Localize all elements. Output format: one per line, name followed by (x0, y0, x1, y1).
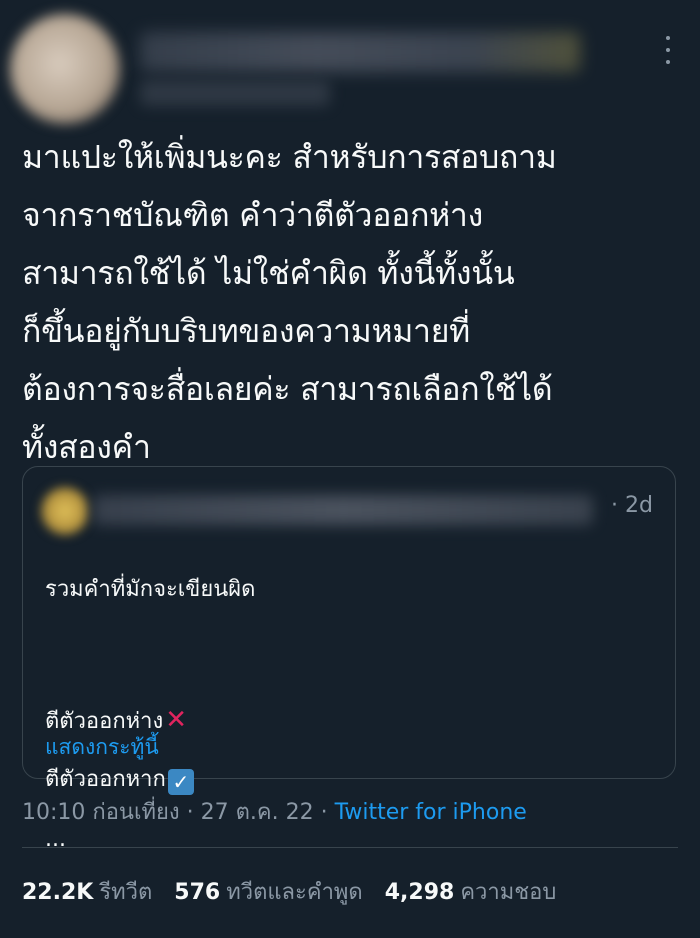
author-name-redacted[interactable] (140, 32, 580, 72)
tweet-date[interactable]: 27 ต.ค. 22 (201, 800, 314, 825)
cross-mark-icon: ✕ (165, 705, 188, 735)
dot (666, 60, 670, 64)
check-mark-icon: ✓ (167, 769, 194, 795)
quotes-label: ทวีตและคำพูด (226, 880, 363, 905)
quoted-tweet-card[interactable]: · 2d รวมคำที่มักจะเขียนผิด ตีตัวออกห่าง✕… (22, 466, 676, 852)
tweet-text: มาแปะให้เพิ่มนะคะ สำหรับการสอบถาม จากราช… (22, 138, 557, 466)
quoted-line-text: ตีตัวออกหาก (45, 767, 166, 792)
separator: · (179, 800, 201, 825)
tweet-time[interactable]: 10:10 ก่อนเที่ยง (22, 800, 180, 825)
tweet-source-link[interactable]: Twitter for iPhone (335, 800, 527, 825)
likes-label: ความชอบ (460, 880, 557, 905)
quotes-count: 576 (174, 880, 221, 905)
quoted-ellipsis: ... (45, 827, 66, 852)
dot (666, 36, 670, 40)
quoted-tweet-text: รวมคำที่มักจะเขียนผิด ตีตัวออกห่าง✕ ตีตั… (45, 545, 255, 885)
author-handle-redacted[interactable] (140, 80, 330, 106)
retweets-stat[interactable]: 22.2K รีทวีต (22, 874, 152, 909)
retweets-count: 22.2K (22, 880, 94, 905)
separator: · (313, 800, 335, 825)
quoted-author-name-redacted (93, 495, 593, 525)
author-avatar[interactable] (10, 14, 120, 124)
likes-count: 4,298 (384, 880, 455, 905)
quoted-author-avatar (41, 487, 89, 535)
retweets-label: รีทวีต (99, 880, 153, 905)
quotes-stat[interactable]: 576 ทวีตและคำพูด (174, 874, 362, 909)
likes-stat[interactable]: 4,298 ความชอบ (385, 874, 557, 909)
divider (22, 847, 678, 848)
show-thread-link[interactable]: แสดงกระทู้นี้ (45, 731, 159, 764)
quoted-line: รวมคำที่มักจะเขียนผิด (45, 577, 256, 602)
tweet-stats: 22.2K รีทวีต 576 ทวีตและคำพูด 4,298 ความชอบ (22, 874, 556, 909)
quoted-tweet-time: · 2d (611, 493, 653, 518)
tweet-meta: 10:10 ก่อนเที่ยง · 27 ต.ค. 22 · Twitter … (22, 794, 527, 829)
dot (666, 48, 670, 52)
more-vertical-icon[interactable] (662, 36, 674, 64)
quoted-line-correct: ตีตัวออกหาก ✓ (45, 765, 255, 795)
tweet-detail: มาแปะให้เพิ่มนะคะ สำหรับการสอบถาม จากราช… (0, 0, 700, 938)
